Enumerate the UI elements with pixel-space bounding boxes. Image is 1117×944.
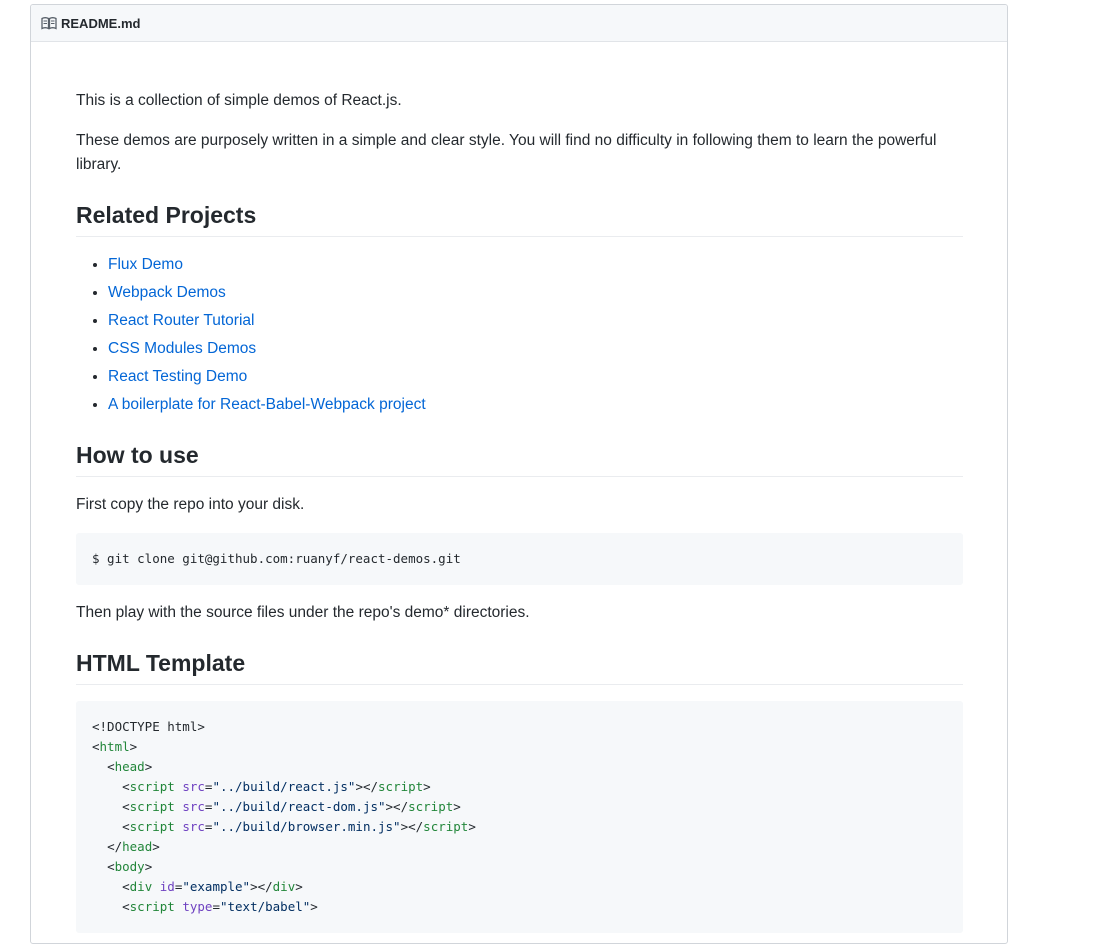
code-token: < [122,779,130,794]
code-token: < [122,819,130,834]
readme-container: README.md This is a collection of simple… [30,4,1008,944]
code-token: script [129,799,175,814]
list-item: A boilerplate for React-Babel-Webpack pr… [108,393,963,417]
git-clone-code-block[interactable]: $ git clone git@github.com:ruanyf/react-… [76,533,963,585]
code-line: <script src="../build/react.js"></script… [92,777,947,797]
code-token: > [423,779,431,794]
readme-article: This is a collection of simple demos of … [31,42,1007,933]
link-webpack-demos[interactable]: Webpack Demos [108,284,226,301]
code-token: script [129,899,175,914]
code-token: < [122,799,130,814]
code-token: ></ [355,779,379,794]
link-react-router-tutorial[interactable]: React Router Tutorial [108,312,254,329]
code-line: <script type="text/babel"> [92,897,947,917]
how-to-use-heading: How to use [76,441,963,477]
intro-paragraph: This is a collection of simple demos of … [76,92,402,109]
code-token: </ [107,839,123,854]
code-token: "../build/react.js" [212,779,356,794]
code-token: script [423,819,469,834]
how-to-use-followup: Then play with the source files under th… [76,604,530,621]
list-item: React Router Tutorial [108,309,963,333]
code-token: > [468,819,476,834]
link-css-modules-demos[interactable]: CSS Modules Demos [108,340,256,357]
link-react-testing-demo[interactable]: React Testing Demo [108,368,247,385]
book-icon [41,15,57,31]
link-react-babel-webpack-boilerplate[interactable]: A boilerplate for React-Babel-Webpack pr… [108,396,426,413]
code-token: script [408,799,454,814]
code-token: html [99,739,130,754]
code-line: $ git clone git@github.com:ruanyf/react-… [92,551,461,566]
code-token: > [295,879,303,894]
html-template-code-block[interactable]: <!DOCTYPE html> <html> <head> <script src… [76,701,963,933]
code-token: id [159,879,175,894]
code-token: body [114,859,145,874]
code-line: <html> [92,737,947,757]
link-flux-demo[interactable]: Flux Demo [108,256,183,273]
code-token: head [122,839,153,854]
list-item: Flux Demo [108,253,963,277]
code-line: <script src="../build/react-dom.js"></sc… [92,797,947,817]
code-token: = [212,899,220,914]
how-to-use-paragraph: First copy the repo into your disk. [76,496,305,513]
code-line: <body> [92,857,947,877]
code-token: src [182,819,205,834]
code-token: script [129,779,175,794]
html-template-heading: HTML Template [76,649,963,685]
readme-filename: README.md [61,15,141,31]
code-token: "text/babel" [219,899,311,914]
code-token: ></ [400,819,424,834]
code-token: src [182,799,205,814]
code-token: type [182,899,213,914]
code-token: > [152,839,160,854]
code-token: < [107,759,115,774]
list-item: Webpack Demos [108,281,963,305]
code-token: div [272,879,296,894]
code-token: script [378,779,424,794]
code-token: < [92,739,100,754]
code-token: "example" [182,879,251,894]
related-projects-heading: Related Projects [76,201,963,237]
code-token: > [129,739,138,754]
intro-description: These demos are purposely written in a s… [76,132,937,173]
code-line: <script src="../build/browser.min.js"></… [92,817,947,837]
code-token: < [122,899,130,914]
code-token: src [182,779,205,794]
code-token: <!DOCTYPE html> [92,719,205,734]
related-projects-list: Flux Demo Webpack Demos React Router Tut… [76,253,963,417]
code-token: < [122,879,130,894]
code-line: <div id="example"></div> [92,877,947,897]
code-token: > [144,759,153,774]
code-token: "../build/browser.min.js" [212,819,401,834]
code-line: <!DOCTYPE html> [92,717,947,737]
code-token: ></ [250,879,273,894]
code-token: > [144,859,153,874]
readme-header: README.md [31,5,1007,42]
code-token: ></ [385,799,409,814]
code-token: head [114,759,145,774]
code-token: script [129,819,175,834]
code-token: > [453,799,461,814]
list-item: React Testing Demo [108,365,963,389]
code-token: > [310,899,318,914]
code-token: div [129,879,153,894]
code-token: "../build/react-dom.js" [212,799,386,814]
code-line: </head> [92,837,947,857]
code-line: <head> [92,757,947,777]
list-item: CSS Modules Demos [108,337,963,361]
code-token: < [107,859,115,874]
